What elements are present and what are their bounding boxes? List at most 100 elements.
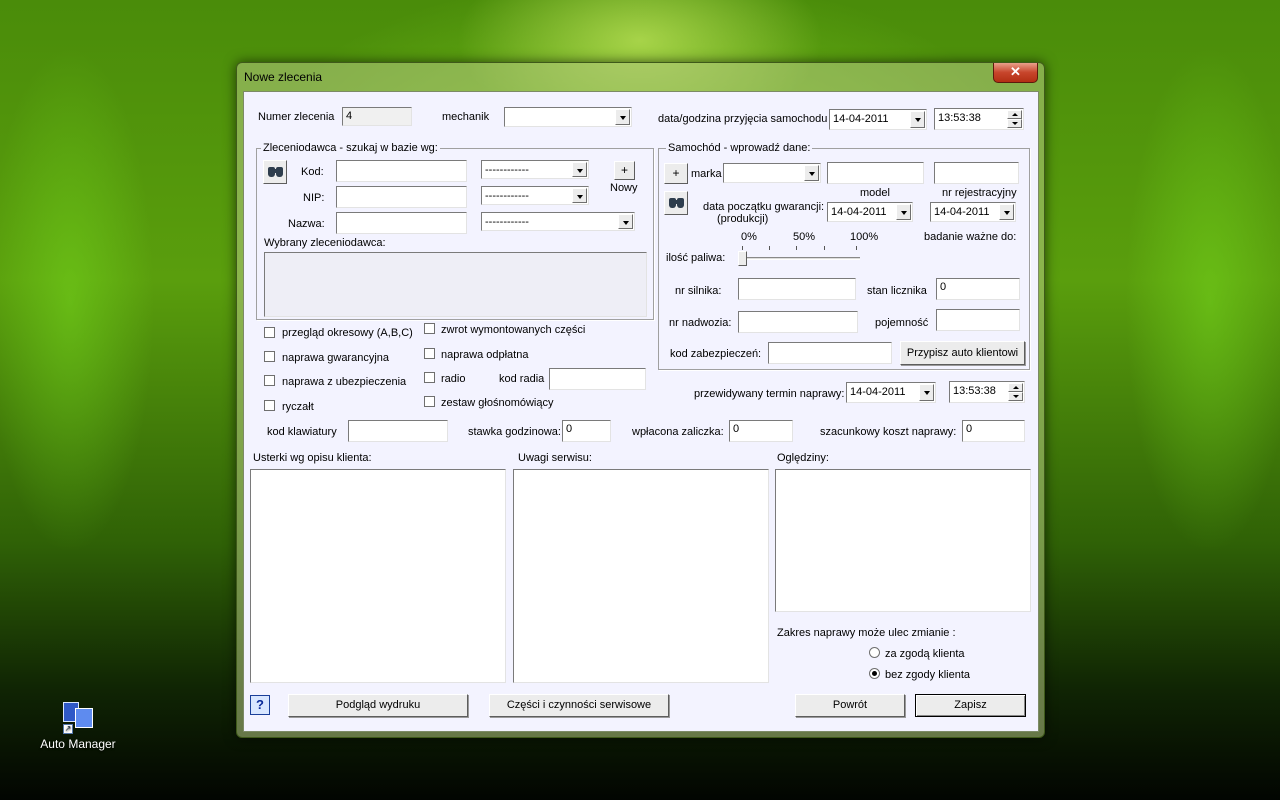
hourly-rate-label: stawka godzinowa:	[468, 426, 561, 438]
save-button[interactable]: Zapisz	[915, 694, 1026, 717]
with-consent-label: za zgodą klienta	[885, 648, 965, 660]
speakerphone-checkbox[interactable]	[424, 396, 435, 407]
inspection-valid-label: badanie ważne do:	[924, 231, 1017, 243]
radio-label: radio	[441, 373, 466, 385]
odplatna-checkbox[interactable]	[424, 348, 435, 359]
spin-down-icon[interactable]	[1008, 392, 1023, 401]
chevron-down-icon[interactable]	[615, 109, 630, 125]
vin-input[interactable]	[738, 311, 858, 333]
faults-textarea[interactable]	[250, 469, 506, 683]
order-number-label: Numer zlecenia	[258, 111, 335, 123]
reg-number-input[interactable]	[934, 162, 1019, 184]
nazwa-combo[interactable]: ------------	[481, 212, 635, 231]
radio-code-input[interactable]	[549, 368, 646, 390]
deadline-date-picker[interactable]: 14-04-2011	[846, 382, 936, 403]
slider-thumb[interactable]	[738, 251, 747, 266]
nip-input[interactable]	[336, 186, 467, 208]
window-titlebar[interactable]: Nowe zlecenia ✕	[237, 63, 1044, 91]
odometer-input[interactable]: 0	[936, 278, 1020, 300]
without-consent-radio[interactable]	[869, 668, 880, 679]
kod-combo[interactable]: ------------	[481, 160, 589, 179]
spin-down-icon[interactable]	[1007, 119, 1022, 128]
chevron-down-icon[interactable]	[572, 162, 587, 177]
deadline-time-spinner[interactable]: 13:53:38	[949, 381, 1025, 403]
auto-manager-app-icon: ↗	[61, 700, 95, 734]
deadline-date-value: 14-04-2011	[850, 386, 906, 398]
mechanic-select[interactable]	[504, 107, 632, 127]
chevron-down-icon[interactable]	[618, 214, 633, 229]
help-icon: ?	[256, 697, 264, 712]
radio-checkbox[interactable]	[424, 372, 435, 383]
car-group-title: Samochód - wprowadź dane:	[666, 142, 813, 154]
warranty-date-picker[interactable]: 14-04-2011	[827, 202, 913, 222]
assign-car-button[interactable]: Przypisz auto klientowi	[900, 341, 1025, 365]
fuel-tick-0: 0%	[741, 231, 757, 243]
fuel-label: ilość paliwa:	[666, 252, 726, 264]
inspection-notes-textarea[interactable]	[775, 469, 1031, 612]
security-code-input[interactable]	[768, 342, 892, 364]
chevron-down-icon[interactable]	[999, 204, 1014, 220]
zwrot-label: zwrot wymontowanych części	[441, 324, 586, 336]
close-button[interactable]: ✕	[993, 63, 1038, 83]
selected-client-label: Wybrany zleceniodawca:	[264, 237, 386, 249]
add-car-button[interactable]: +	[664, 163, 688, 184]
intake-date-value: 14-04-2011	[833, 113, 889, 125]
with-consent-radio[interactable]	[869, 647, 880, 658]
intake-date-picker[interactable]: 14-04-2011	[829, 109, 927, 130]
print-preview-button[interactable]: Podgląd wydruku	[288, 694, 468, 717]
estimate-input[interactable]: 0	[962, 420, 1025, 442]
gwarancyjna-checkbox[interactable]	[264, 351, 275, 362]
chevron-down-icon[interactable]	[804, 165, 819, 181]
capacity-input[interactable]	[936, 309, 1020, 331]
marka-combo[interactable]	[723, 163, 821, 183]
close-icon: ✕	[1010, 64, 1021, 79]
fuel-slider[interactable]	[738, 246, 866, 268]
nip-combo[interactable]: ------------	[481, 186, 589, 205]
odplatna-label: naprawa odpłatna	[441, 349, 529, 361]
inspection-date-picker[interactable]: 14-04-2011	[930, 202, 1016, 222]
ubezpieczenie-checkbox[interactable]	[264, 375, 275, 386]
intake-time-spinner[interactable]: 13:53:38	[934, 108, 1024, 130]
new-client-button[interactable]: +	[614, 161, 635, 180]
faults-label: Usterki wg opisu klienta:	[253, 452, 372, 464]
ryczalt-checkbox[interactable]	[264, 400, 275, 411]
spin-up-icon[interactable]	[1007, 110, 1022, 119]
model-input[interactable]	[827, 162, 924, 184]
intake-time-value: 13:53:38	[938, 112, 981, 124]
new-order-window: Nowe zlecenia ✕ Numer zlecenia 4 mechani…	[236, 62, 1045, 738]
przeglad-checkbox[interactable]	[264, 327, 275, 338]
chevron-down-icon[interactable]	[919, 384, 934, 401]
engine-number-input[interactable]	[738, 278, 856, 300]
slider-track	[742, 257, 860, 260]
deposit-input[interactable]: 0	[729, 420, 793, 442]
keyboard-code-input[interactable]	[348, 420, 448, 442]
chevron-down-icon[interactable]	[572, 188, 587, 203]
reg-number-label: nr rejestracyjny	[942, 187, 1017, 199]
speakerphone-label: zestaw głośnomówiący	[441, 397, 554, 409]
nazwa-input[interactable]	[336, 212, 467, 234]
slider-tick	[856, 246, 857, 250]
warranty-label: data początku gwarancji:	[703, 201, 825, 213]
chevron-down-icon[interactable]	[896, 204, 911, 220]
slider-tick	[824, 246, 825, 250]
fuel-tick-100: 100%	[850, 231, 879, 243]
deadline-time-value: 13:53:38	[953, 385, 996, 397]
hourly-rate-input[interactable]: 0	[562, 420, 611, 442]
parts-services-button[interactable]: Części i czynności serwisowe	[489, 694, 669, 717]
service-notes-textarea[interactable]	[513, 469, 769, 683]
chevron-down-icon[interactable]	[910, 111, 925, 128]
back-button[interactable]: Powrót	[795, 694, 905, 717]
nip-label: NIP:	[303, 192, 325, 204]
keyboard-code-label: kod klawiatury	[267, 426, 337, 438]
order-number-field[interactable]: 4	[342, 107, 412, 126]
capacity-label: pojemność	[875, 317, 929, 329]
kod-combo-value: ------------	[485, 164, 529, 176]
spin-up-icon[interactable]	[1008, 383, 1023, 392]
desktop-icon-auto-manager[interactable]: ↗ Auto Manager	[36, 700, 120, 751]
zwrot-checkbox[interactable]	[424, 323, 435, 334]
kod-input[interactable]	[336, 160, 467, 182]
scope-label: Zakres naprawy może ulec zmianie :	[777, 627, 956, 639]
car-search-button[interactable]	[664, 191, 688, 215]
client-search-button[interactable]	[263, 160, 287, 184]
help-button[interactable]: ?	[250, 695, 270, 715]
